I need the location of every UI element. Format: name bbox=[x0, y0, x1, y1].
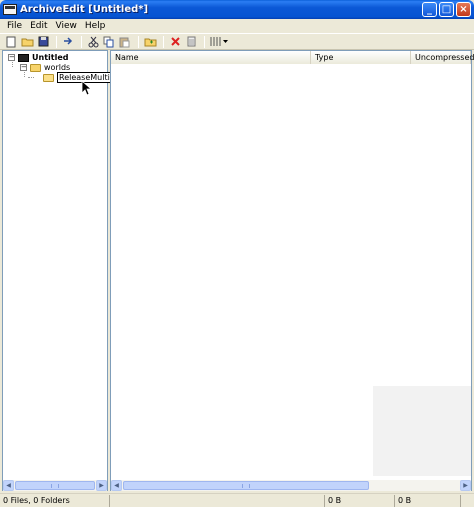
copy-icon[interactable] bbox=[102, 35, 116, 48]
menu-edit[interactable]: Edit bbox=[26, 21, 51, 31]
scroll-right-icon[interactable]: ▶ bbox=[460, 480, 471, 491]
import-icon[interactable] bbox=[61, 35, 75, 48]
toolbar-separator bbox=[81, 35, 82, 48]
minimize-button[interactable]: _ bbox=[422, 2, 437, 17]
menu-view[interactable]: View bbox=[52, 21, 81, 31]
app-icon bbox=[3, 4, 17, 15]
menu-file[interactable]: File bbox=[3, 21, 26, 31]
tree-horizontal-scrollbar[interactable]: ◀ ▶ bbox=[3, 480, 107, 491]
open-folder-icon[interactable] bbox=[20, 35, 34, 48]
cut-icon[interactable] bbox=[86, 35, 100, 48]
new-folder-icon[interactable] bbox=[143, 35, 157, 48]
close-button[interactable]: × bbox=[456, 2, 471, 17]
status-summary: 0 Files, 0 Folders bbox=[0, 494, 110, 507]
status-size-1: 0 B bbox=[325, 494, 395, 507]
column-name[interactable]: Name bbox=[111, 51, 311, 64]
paste-icon[interactable] bbox=[118, 35, 132, 48]
toolbar bbox=[0, 33, 474, 50]
properties-icon[interactable] bbox=[184, 35, 198, 48]
columns-icon[interactable] bbox=[209, 35, 229, 48]
column-type[interactable]: Type bbox=[311, 51, 411, 64]
scroll-thumb[interactable] bbox=[123, 481, 369, 490]
list-horizontal-scrollbar[interactable]: ◀ ▶ bbox=[111, 480, 471, 491]
scroll-thumb[interactable] bbox=[15, 481, 95, 490]
status-spacer bbox=[110, 494, 325, 507]
mouse-pointer-icon bbox=[81, 80, 91, 96]
scroll-left-icon[interactable]: ◀ bbox=[3, 480, 14, 491]
file-list[interactable]: Name Type Uncompressed ◀ ▶ bbox=[110, 50, 474, 491]
open-folder-icon bbox=[43, 73, 54, 82]
resize-grip-icon[interactable] bbox=[461, 495, 474, 507]
new-file-icon[interactable] bbox=[4, 35, 18, 48]
watermark-logo bbox=[373, 386, 471, 476]
folder-icon bbox=[30, 63, 41, 72]
menu-help[interactable]: Help bbox=[81, 21, 110, 31]
scroll-right-icon[interactable]: ▶ bbox=[96, 480, 107, 491]
toolbar-separator bbox=[163, 35, 164, 48]
tree-worlds-label[interactable]: worlds bbox=[44, 63, 70, 72]
collapse-icon[interactable]: − bbox=[8, 54, 15, 61]
column-uncompressed[interactable]: Uncompressed bbox=[411, 51, 474, 64]
tree-root-label[interactable]: Untitled bbox=[32, 53, 68, 62]
status-size-2: 0 B bbox=[395, 494, 461, 507]
window-title: ArchiveEdit [Untitled*] bbox=[20, 4, 149, 15]
toolbar-separator bbox=[204, 35, 205, 48]
toolbar-separator bbox=[56, 35, 57, 48]
collapse-icon[interactable]: − bbox=[20, 64, 27, 71]
scroll-left-icon[interactable]: ◀ bbox=[111, 480, 122, 491]
archive-icon bbox=[18, 53, 29, 62]
save-icon[interactable] bbox=[36, 35, 50, 48]
title-bar[interactable]: ArchiveEdit [Untitled*] _ □ × bbox=[0, 0, 474, 19]
toolbar-separator bbox=[138, 35, 139, 48]
menu-bar: File Edit View Help bbox=[0, 19, 474, 33]
maximize-button[interactable]: □ bbox=[439, 2, 454, 17]
status-bar: 0 Files, 0 Folders 0 B 0 B bbox=[0, 493, 474, 507]
delete-icon[interactable] bbox=[168, 35, 182, 48]
folder-tree[interactable]: − Untitled − worlds ReleaseMultiplayer ◀… bbox=[2, 50, 137, 491]
list-header: Name Type Uncompressed bbox=[111, 51, 474, 64]
